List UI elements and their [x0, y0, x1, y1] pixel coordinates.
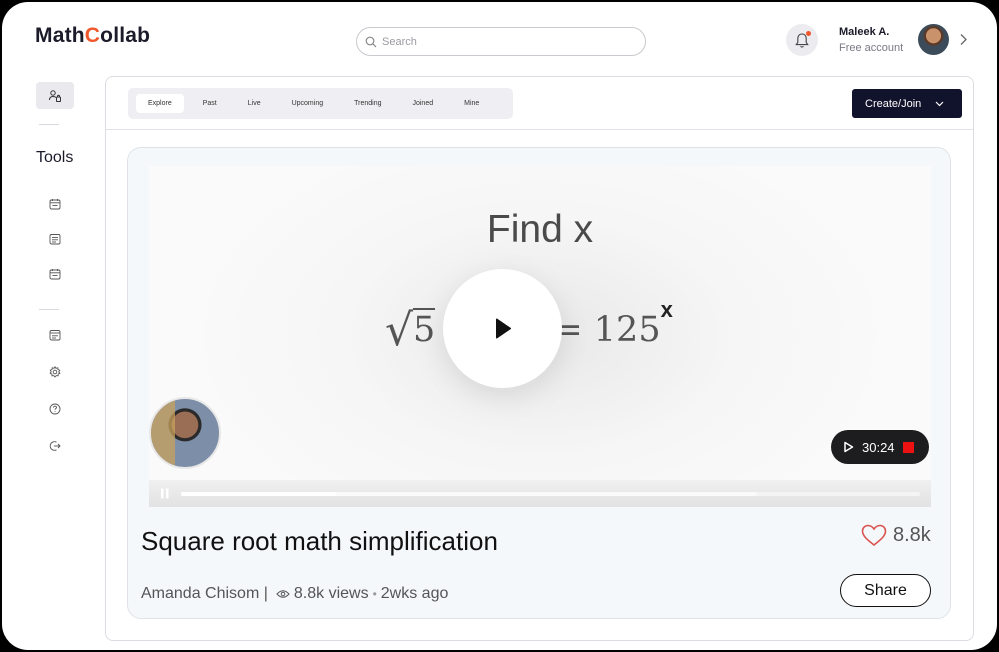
share-button[interactable]: Share	[840, 574, 931, 607]
tab-joined[interactable]: Joined	[400, 94, 445, 113]
notification-dot	[806, 31, 811, 36]
logout-icon[interactable]	[48, 439, 62, 453]
tab-mine[interactable]: Mine	[452, 94, 491, 113]
duration-badge: 30:24	[831, 430, 929, 464]
user-avatar[interactable]	[918, 24, 949, 55]
app-window: MathCollab Maleek A. Free account Tools	[2, 2, 997, 650]
like-count: 8.8k	[893, 524, 931, 546]
progress-bar[interactable]	[181, 492, 920, 496]
slide-title: Find x	[486, 208, 594, 251]
search-bar[interactable]	[356, 27, 646, 56]
square-root-symbol: √	[385, 305, 414, 356]
help-icon[interactable]	[48, 402, 62, 416]
video-player[interactable]: Find x √5 = 125x 30:24	[149, 166, 931, 507]
panel-divider	[106, 129, 973, 130]
chevron-right-icon[interactable]	[959, 33, 968, 46]
view-count: 8.8k views	[293, 585, 369, 602]
search-icon	[365, 36, 377, 47]
play-outline-icon	[844, 441, 854, 453]
create-join-button[interactable]: Create/Join	[852, 89, 962, 118]
tab-trending[interactable]: Trending	[342, 94, 393, 113]
gear-icon[interactable]	[48, 365, 62, 379]
tab-past[interactable]: Past	[191, 94, 229, 113]
tab-explore[interactable]: Explore	[136, 94, 184, 113]
video-controls	[149, 480, 931, 507]
calendar-icon[interactable]	[48, 267, 62, 281]
presenter-avatar	[149, 397, 221, 469]
heart-icon	[861, 524, 887, 547]
calendar-icon[interactable]	[48, 197, 62, 211]
user-name: Maleek A.	[839, 26, 890, 38]
sidebar-divider	[39, 124, 59, 125]
chevron-down-icon	[935, 101, 944, 106]
meta-separator: •	[372, 587, 377, 601]
video-card: Find x √5 = 125x 30:24 Square root math …	[127, 147, 951, 619]
progress-fill	[181, 492, 337, 496]
notifications-button[interactable]	[786, 24, 818, 56]
tab-live[interactable]: Live	[236, 94, 273, 113]
note-icon[interactable]	[48, 328, 62, 342]
sidebar-divider	[39, 309, 59, 310]
like-button[interactable]: 8.8k	[861, 524, 931, 547]
upload-age: 2wks ago	[380, 585, 449, 602]
main-panel: Explore Past Live Upcoming Trending Join…	[105, 76, 974, 641]
user-plan: Free account	[839, 42, 904, 54]
play-button[interactable]	[443, 269, 562, 388]
search-input[interactable]	[382, 35, 622, 48]
author-name[interactable]: Amanda Chisom |	[141, 585, 268, 603]
tools-heading: Tools	[36, 149, 74, 166]
tab-upcoming[interactable]: Upcoming	[280, 94, 336, 113]
filter-tabs: Explore Past Live Upcoming Trending Join…	[128, 88, 513, 119]
record-indicator	[902, 441, 914, 453]
pause-icon[interactable]	[160, 488, 170, 499]
app-logo[interactable]: MathCollab	[35, 24, 150, 48]
play-icon	[495, 318, 511, 338]
video-title[interactable]: Square root math simplification	[141, 526, 498, 557]
note-icon[interactable]	[48, 232, 62, 246]
duration-time: 30:24	[862, 439, 895, 455]
video-meta: Amanda Chisom | 8.8k views • 2wks ago	[141, 585, 448, 603]
sidebar-home-button[interactable]	[36, 82, 74, 109]
eye-icon	[276, 590, 290, 598]
users-icon	[49, 89, 61, 102]
create-join-label: Create/Join	[865, 97, 922, 110]
